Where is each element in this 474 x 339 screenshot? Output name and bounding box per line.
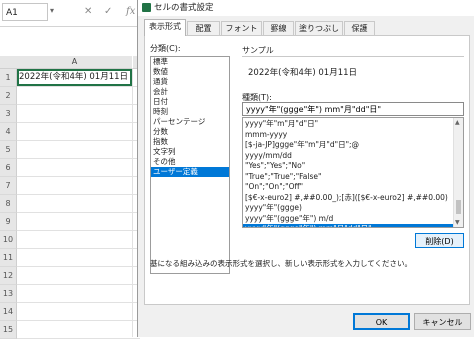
grid-row[interactable]	[17, 87, 140, 105]
tab[interactable]: 罫線	[263, 21, 294, 35]
row-header[interactable]: 13	[0, 285, 17, 303]
type-item[interactable]: yyyy/mm/dd	[243, 151, 455, 162]
category-item[interactable]: その他	[151, 157, 229, 167]
function-icon[interactable]: fx	[126, 6, 135, 17]
row-header[interactable]: 10	[0, 231, 17, 249]
check-icon[interactable]: ✓	[104, 6, 112, 17]
type-item[interactable]: yyyy"年"(ggge"年") m/d	[243, 214, 455, 225]
row-header[interactable]: 2	[0, 87, 17, 105]
excel-icon	[142, 3, 151, 12]
category-item[interactable]: 時刻	[151, 107, 229, 117]
type-item[interactable]: mmm-yyyy	[243, 130, 455, 141]
grid-row[interactable]	[17, 195, 140, 213]
category-label: 分類(C):	[150, 44, 181, 53]
grid-row[interactable]	[17, 141, 140, 159]
row-header[interactable]: 7	[0, 177, 17, 195]
grid-row[interactable]	[17, 159, 140, 177]
type-item[interactable]: yyyy"年"m"月"d"日"	[243, 119, 455, 130]
scroll-thumb[interactable]	[456, 200, 461, 214]
scroll-down-icon[interactable]: ▼	[455, 219, 460, 226]
type-item[interactable]: yyyy"年"(ggge"年") mm"月"dd"日"	[243, 224, 455, 227]
row-header[interactable]: 11	[0, 249, 17, 267]
type-item[interactable]: "True";"True";"False"	[243, 172, 455, 183]
type-list-scrollbar[interactable]: ▲ ▼	[453, 118, 463, 227]
category-list[interactable]: 標準 数値 通貨 会計 日付 時刻 パーセンテージ 分数 指数 文字列 その他 ユーザー定義	[150, 56, 230, 274]
dialog-titlebar[interactable]: セルの書式設定	[138, 0, 474, 16]
category-item[interactable]: 標準	[151, 57, 229, 67]
category-item[interactable]: 日付	[151, 97, 229, 107]
row-header[interactable]: 3	[0, 105, 17, 123]
close-icon[interactable]: ✕	[84, 6, 92, 17]
grid-row[interactable]	[17, 177, 140, 195]
tab[interactable]: フォント	[221, 21, 262, 35]
tab[interactable]: 保護	[344, 21, 375, 35]
column-header-a[interactable]: A	[17, 56, 132, 69]
select-all-corner[interactable]	[0, 56, 18, 69]
grid-row[interactable]	[17, 321, 140, 339]
row-header[interactable]: 15	[0, 321, 17, 339]
cell-a1[interactable]: 2022年(令和4年) 01月11日	[17, 69, 132, 86]
tab[interactable]: 配置	[187, 21, 220, 35]
grid-row[interactable]	[17, 105, 140, 123]
category-item[interactable]: 数値	[151, 67, 229, 77]
type-item[interactable]: [$-ja-JP]ggge"年"m"月"d"日";@	[243, 140, 455, 151]
type-item[interactable]: "Yes";"Yes";"No"	[243, 161, 455, 172]
sample-group: 2022年(令和4年) 01月11日	[242, 56, 464, 86]
category-item[interactable]: 指数	[151, 137, 229, 147]
sample-value: 2022年(令和4年) 01月11日	[248, 68, 358, 78]
row-header[interactable]: 6	[0, 159, 17, 177]
name-box[interactable]: A1	[2, 3, 48, 21]
type-list[interactable]: yyyy"年"m"月"d"日" mmm-yyyy [$-ja-JP]ggge"年"m…	[242, 117, 464, 228]
row-header[interactable]: 9	[0, 213, 17, 231]
delete-button[interactable]: 削除(D)	[415, 233, 464, 248]
grid-row[interactable]	[17, 123, 140, 141]
tab[interactable]: 塗りつぶし	[295, 21, 343, 35]
column-divider	[132, 68, 133, 337]
chevron-down-icon[interactable]: ▾	[50, 6, 54, 15]
grid-row[interactable]	[17, 303, 140, 321]
row-header[interactable]: 12	[0, 267, 17, 285]
dialog-title: セルの書式設定	[154, 3, 214, 13]
category-item[interactable]: 会計	[151, 87, 229, 97]
type-item[interactable]: "On";"On";"Off"	[243, 182, 455, 193]
format-cells-dialog: セルの書式設定 表示形式 配置 フォント 罫線 塗りつぶし 保護 分類(C): 標準 数値通…	[137, 0, 474, 337]
grid-row[interactable]	[17, 267, 140, 285]
row-header[interactable]: 5	[0, 141, 17, 159]
cancel-button[interactable]: キャンセル	[414, 313, 471, 330]
type-input[interactable]	[242, 102, 464, 116]
grid-row[interactable]	[17, 249, 140, 267]
grid-row[interactable]	[17, 231, 140, 249]
category-item[interactable]: ユーザー定義	[151, 167, 229, 177]
number-format-panel: 分類(C): 標準 数値 通貨 会計 日付 時刻 パーセンテージ 分数 指数 文字列 その他 ユーザー…	[144, 35, 470, 305]
row-header[interactable]: 4	[0, 123, 17, 141]
description-text: 基になる組み込みの表示形式を選択し、新しい表示形式を入力してください。	[150, 259, 413, 268]
row-header[interactable]: 1	[0, 69, 17, 87]
category-item[interactable]: パーセンテージ	[151, 117, 229, 127]
grid-row[interactable]	[17, 213, 140, 231]
row-header[interactable]: 8	[0, 195, 17, 213]
category-item[interactable]: 通貨	[151, 77, 229, 87]
category-item[interactable]: 文字列	[151, 147, 229, 157]
ok-button[interactable]: OK	[353, 313, 410, 330]
tab[interactable]: 表示形式	[144, 19, 186, 36]
scroll-up-icon[interactable]: ▲	[455, 119, 460, 126]
grid-row[interactable]	[17, 285, 140, 303]
sample-label: サンプル	[242, 46, 274, 55]
row-header[interactable]: 14	[0, 303, 17, 321]
type-item[interactable]: [$€-x-euro2] #,##0.00_);[赤]([$€-x-euro2]…	[243, 193, 455, 204]
category-item[interactable]: 分数	[151, 127, 229, 137]
type-item[interactable]: yyyy"年"(ggge)	[243, 203, 455, 214]
